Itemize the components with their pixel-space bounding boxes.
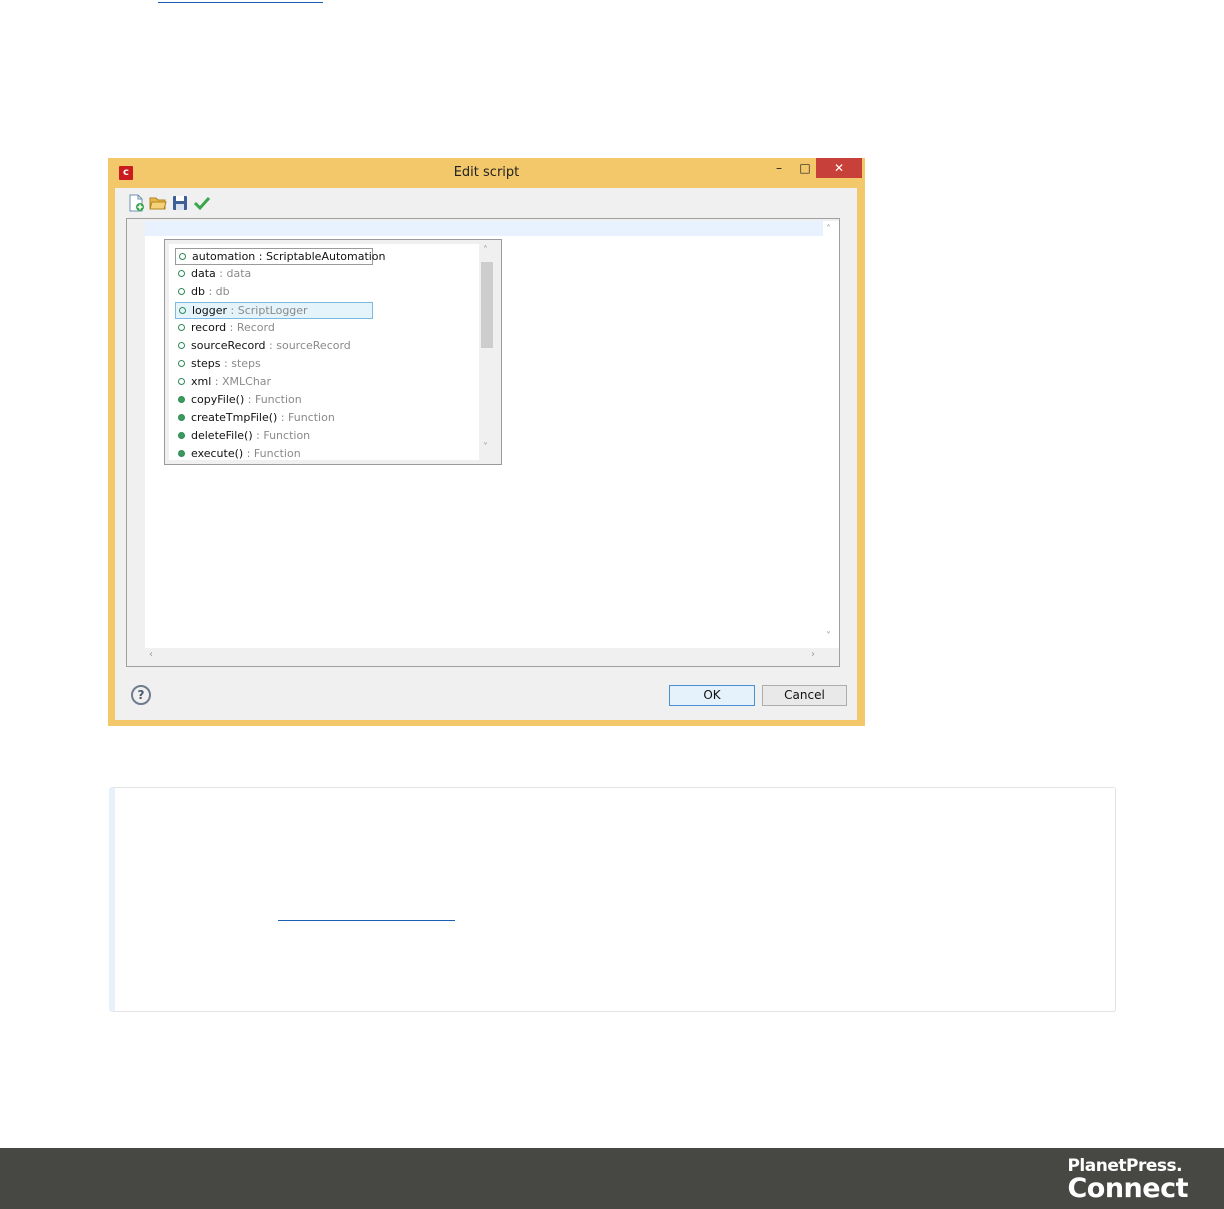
item-name: deleteFile() bbox=[191, 429, 253, 442]
page-footer: PlanetPress. Connect bbox=[0, 1148, 1224, 1209]
autocomplete-item[interactable]: xml : XMLChar bbox=[175, 374, 373, 391]
item-name: execute() bbox=[191, 447, 244, 460]
autocomplete-item[interactable]: automation : ScriptableAutomation bbox=[175, 248, 386, 265]
function-icon bbox=[178, 396, 185, 403]
scroll-left-icon[interactable]: ‹ bbox=[149, 649, 153, 660]
item-name: sourceRecord bbox=[191, 339, 266, 352]
item-name: xml bbox=[191, 375, 212, 388]
item-name: steps bbox=[191, 357, 221, 370]
property-icon bbox=[179, 307, 186, 314]
property-icon bbox=[178, 342, 185, 349]
autocomplete-item[interactable]: deleteFile() : Function bbox=[175, 428, 373, 445]
autocomplete-item[interactable]: sourceRecord : sourceRecord bbox=[175, 338, 373, 355]
note-box bbox=[109, 787, 1116, 1012]
editor-vertical-scrollbar[interactable]: ˄ ˅ bbox=[823, 221, 839, 648]
item-name: createTmpFile() bbox=[191, 411, 278, 424]
autocomplete-popup: automation : ScriptableAutomation data : … bbox=[164, 239, 502, 465]
item-type: : steps bbox=[220, 357, 261, 370]
item-type: : ScriptableAutomation bbox=[255, 250, 386, 263]
item-type: : XMLChar bbox=[211, 375, 272, 388]
script-editor-frame: automation : ScriptableAutomation data : … bbox=[126, 218, 840, 667]
item-type: : Function bbox=[244, 393, 302, 406]
item-name: logger bbox=[192, 304, 228, 317]
item-type: : Function bbox=[252, 429, 311, 442]
ok-button[interactable]: OK bbox=[669, 685, 755, 706]
function-icon bbox=[178, 450, 185, 457]
scroll-up-icon[interactable]: ˄ bbox=[483, 245, 488, 256]
autocomplete-item[interactable]: copyFile() : Function bbox=[175, 392, 373, 409]
edit-script-dialog: c Edit script – □ ✕ automation : Scripta… bbox=[108, 158, 865, 726]
scroll-down-icon[interactable]: ˅ bbox=[483, 442, 488, 453]
item-name: db bbox=[191, 285, 205, 298]
item-type: : Function bbox=[277, 411, 335, 424]
checkmark-icon[interactable] bbox=[193, 194, 211, 212]
dialog-body: automation : ScriptableAutomation data : … bbox=[115, 188, 857, 720]
autocomplete-item[interactable]: db : db bbox=[175, 284, 373, 301]
autocomplete-item[interactable]: record : Record bbox=[175, 320, 373, 337]
item-name: record bbox=[191, 321, 227, 334]
top-link[interactable] bbox=[158, 0, 323, 3]
item-name: automation bbox=[192, 250, 256, 263]
autocomplete-item[interactable]: createTmpFile() : Function bbox=[175, 410, 373, 427]
autocomplete-item[interactable]: logger : ScriptLogger bbox=[175, 302, 373, 319]
item-type: : Function bbox=[243, 447, 301, 460]
property-icon bbox=[178, 270, 185, 277]
scrollbar-thumb[interactable] bbox=[481, 262, 493, 348]
scroll-up-icon[interactable]: ˄ bbox=[826, 224, 831, 235]
property-icon bbox=[178, 360, 185, 367]
item-type: : ScriptLogger bbox=[227, 304, 308, 317]
item-name: data bbox=[191, 267, 216, 280]
save-icon[interactable] bbox=[171, 194, 189, 212]
new-script-icon[interactable] bbox=[127, 194, 145, 212]
item-type: : sourceRecord bbox=[265, 339, 351, 352]
help-icon[interactable]: ? bbox=[131, 685, 151, 705]
item-type: : db bbox=[204, 285, 230, 298]
note-link[interactable] bbox=[278, 912, 455, 921]
title-bar: c Edit script – □ ✕ bbox=[108, 158, 865, 186]
item-name: copyFile() bbox=[191, 393, 245, 406]
autocomplete-item[interactable]: steps : steps bbox=[175, 356, 373, 373]
property-icon bbox=[178, 324, 185, 331]
dialog-title: Edit script bbox=[453, 165, 520, 180]
popup-scrollbar[interactable]: ˄ ˅ bbox=[479, 244, 496, 460]
minimize-button[interactable]: – bbox=[768, 158, 790, 178]
editor-horizontal-scrollbar[interactable]: ‹ › bbox=[145, 648, 823, 664]
function-icon bbox=[178, 414, 185, 421]
cancel-button[interactable]: Cancel bbox=[762, 685, 847, 706]
brand-line2: Connect bbox=[1067, 1173, 1188, 1204]
scroll-right-icon[interactable]: › bbox=[811, 649, 815, 660]
autocomplete-list: automation : ScriptableAutomation data : … bbox=[169, 244, 479, 460]
maximize-button[interactable]: □ bbox=[794, 158, 816, 178]
script-editor[interactable]: automation : ScriptableAutomation data : … bbox=[145, 221, 823, 648]
property-icon bbox=[178, 378, 185, 385]
scroll-down-icon[interactable]: ˅ bbox=[826, 631, 831, 642]
current-line-highlight bbox=[145, 221, 823, 236]
item-type: : Record bbox=[226, 321, 275, 334]
autocomplete-item[interactable]: execute() : Function bbox=[175, 446, 373, 460]
function-icon bbox=[178, 432, 185, 439]
property-icon bbox=[178, 288, 185, 295]
property-icon bbox=[179, 253, 186, 260]
autocomplete-item[interactable]: data : data bbox=[175, 266, 373, 283]
brand-logo: PlanetPress. Connect bbox=[1067, 1156, 1188, 1202]
open-folder-icon[interactable] bbox=[149, 194, 167, 212]
close-button[interactable]: ✕ bbox=[816, 158, 862, 178]
item-type: : data bbox=[215, 267, 252, 280]
